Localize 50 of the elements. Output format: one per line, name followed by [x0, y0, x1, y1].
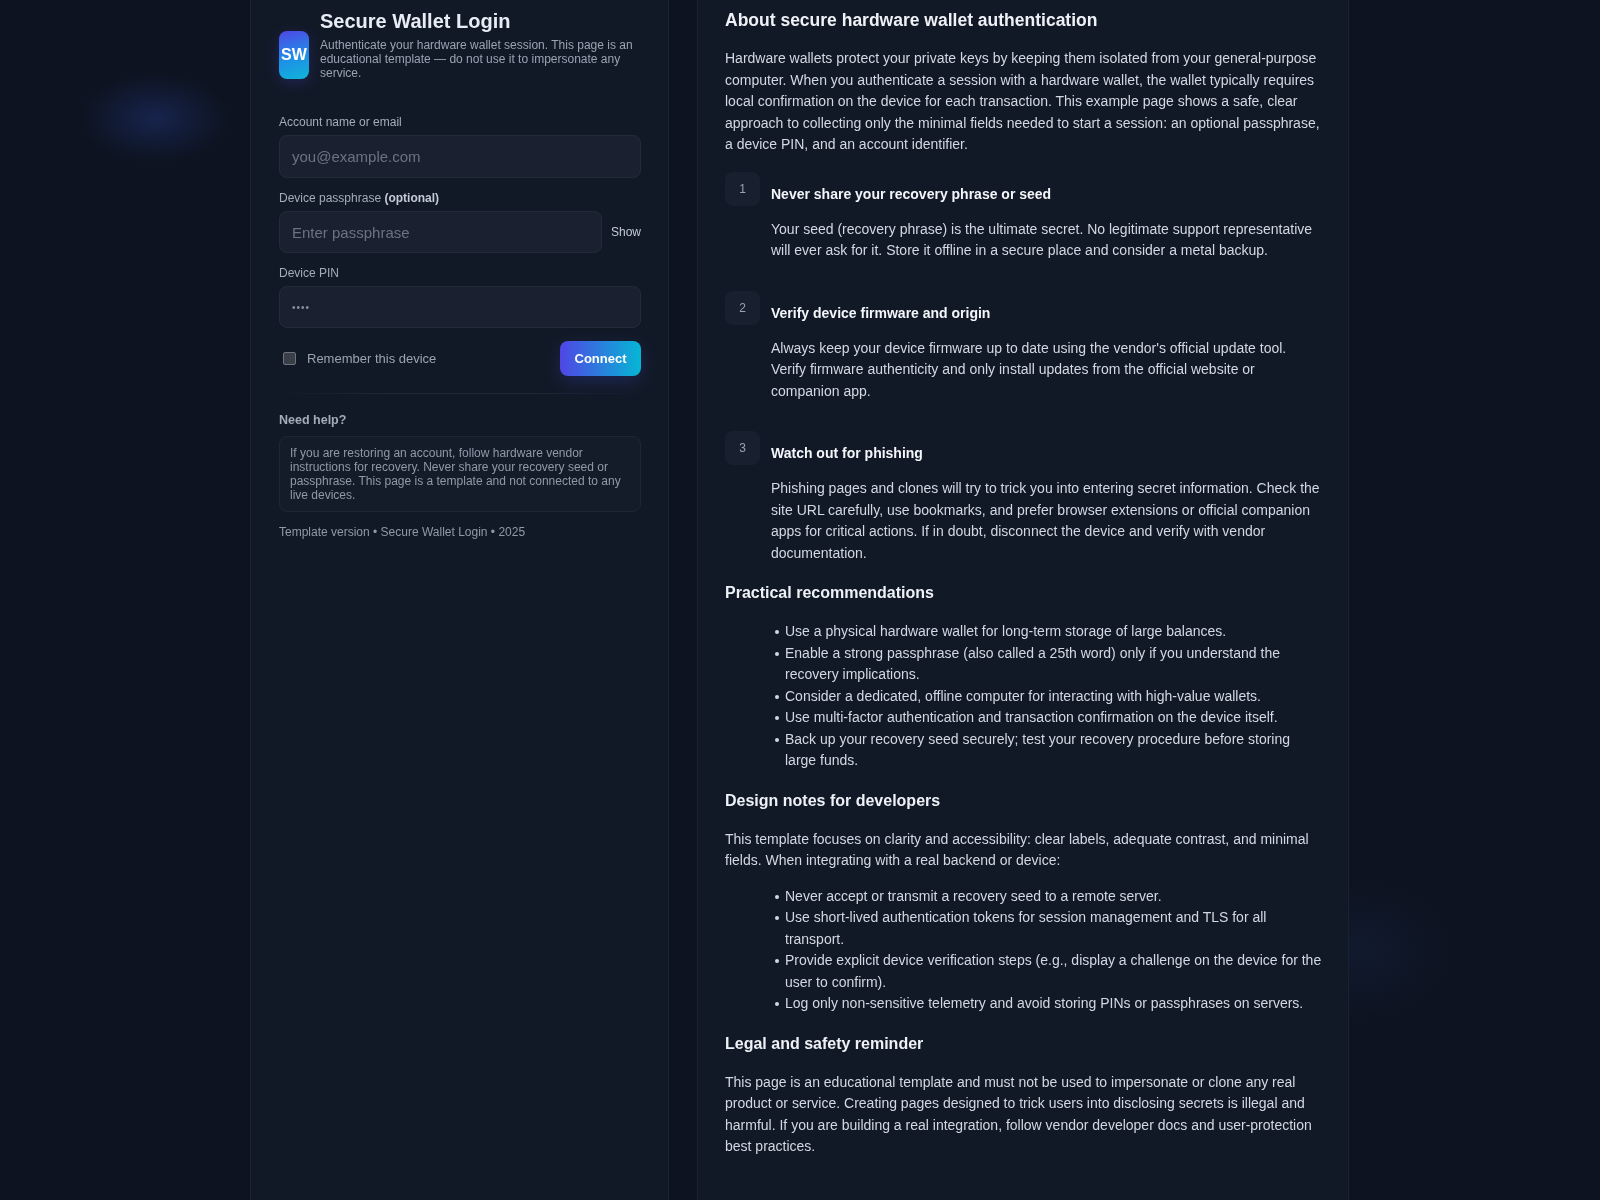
intro-paragraph: Hardware wallets protect your private keys by keeping them isolated from your general-purpose computer. When you authenticate a session with a hardware wallet, the wallet typically requires local confirmation on the device for each transaction. This example page shows a safe, clear approach to collecting only the minimal fields needed to start a session: an optional passphrase, a device PIN, and an account identifier. [725, 49, 1321, 154]
step-number: 2 [725, 290, 760, 325]
list-item: Use a physical hardware wallet for long-term storage of large balances. [785, 622, 1227, 641]
step-number: 3 [725, 431, 760, 465]
account-input[interactable]: you@example.com [279, 135, 641, 178]
list-item: Log only non-sensitive telemetry and avoid storing PINs or passphrases on servers. [785, 994, 1304, 1013]
help-heading: Need help? [279, 412, 348, 428]
page-heading: About secure hardware wallet authentication [725, 9, 1099, 31]
connect-button[interactable]: Connect [560, 341, 641, 376]
field-label: Account name or email [279, 115, 403, 129]
step-title: Never share your recovery phrase or seed [771, 184, 1053, 204]
section-paragraph: This template focuses on clarity and accessibility: clear labels, adequate contrast, and minimal fields. When integrating with a real backend or device: [725, 829, 1310, 870]
step-text: Phishing pages and clones will try to trick you into entering secret information. Check the site URL carefully, use bookmarks, and prefer browser extensions or official companion apps for critical actions. If in doubt, disconnect the device and verify with vendor documentation. [771, 479, 1321, 563]
step-number: 1 [725, 171, 760, 206]
bullet-icon [775, 694, 779, 699]
pin-input[interactable]: •••• [279, 286, 641, 328]
step-title: Verify device firmware and origin [771, 303, 992, 323]
app-title: Secure Wallet Login [320, 10, 512, 32]
list-item: Use short-lived authentication tokens for session management and TLS for all transport. [785, 908, 1268, 949]
section-heading: Practical recommendations [725, 583, 935, 603]
logo: SW [279, 31, 309, 79]
list-item: Enable a strong passphrase (also called a 25th word) only if you understand the recovery implications. [785, 643, 1281, 684]
bullet-icon [775, 959, 779, 963]
section-heading: Legal and safety reminder [725, 1033, 925, 1054]
bullet-icon [775, 716, 779, 720]
bullet-icon [775, 1002, 779, 1006]
step-title: Watch out for phishing [771, 444, 924, 463]
app-subtitle: Authenticate your hardware wallet session. This page is an educational template — do not use it to impersonate any service. [320, 38, 633, 80]
list-item: Never accept or transmit a recovery seed to a remote server. [785, 886, 1162, 906]
list-item: Use multi-factor authentication and transaction confirmation on the device itself. [785, 708, 1278, 727]
list-item: Provide explicit device verification steps (e.g., display a challenge on the device for the user to confirm). [785, 951, 1322, 992]
remember-checkbox[interactable] [283, 352, 296, 365]
passphrase-input[interactable]: Enter passphrase [279, 211, 602, 253]
footer-text: Template version • Secure Wallet Login • 2025 [279, 524, 527, 540]
list-item: Back up your recovery seed securely; test your recovery procedure before storing large funds. [785, 729, 1292, 770]
step-text: Your seed (recovery phrase) is the ultimate secret. No legitimate support representative will ever ask for it. Store it offline in a secure place and consider a metal backup. [771, 219, 1314, 260]
step-text: Always keep your device firmware up to date using the vendor's official update tool. Verify firmware authenticity and only install updates from the official website or companion app. [771, 338, 1288, 401]
field-label: Device PIN [279, 266, 341, 280]
help-note: If you are restoring an account, follow hardware vendor instructions for recovery. Never share your recovery seed or passphrase. This page is a template and not connected to any live devices. [279, 436, 641, 512]
section-heading: Design notes for developers [725, 790, 942, 811]
section-paragraph: This page is an educational template and must not be used to impersonate or clone any real product or service. Creating pages designed to trick users into disclosing secrets is illegal and harmful. If you are building a real integration, follow vendor developer docs and user-protection best practices. [725, 1072, 1313, 1156]
bullet-icon [775, 894, 779, 899]
show-button[interactable]: Show [610, 225, 641, 239]
bullet-icon [775, 737, 779, 742]
bullet-icon [775, 651, 779, 656]
field-label: Device passphrase (optional) [279, 191, 441, 205]
bullet-icon [775, 630, 779, 634]
remember-label: Remember this device [307, 351, 437, 366]
bullet-icon [775, 916, 779, 920]
list-item: Consider a dedicated, offline computer for interacting with high-value wallets. [785, 686, 1261, 706]
